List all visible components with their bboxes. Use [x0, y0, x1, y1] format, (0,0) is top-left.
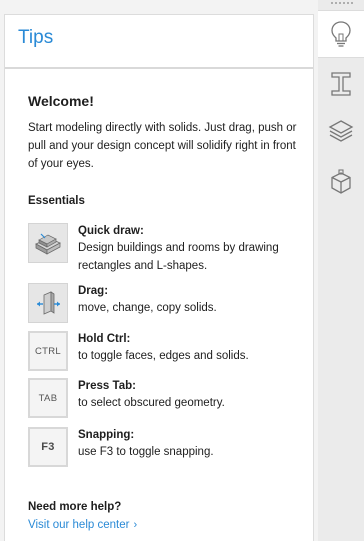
- key-label: F3: [41, 441, 55, 453]
- help-link-label: Visit our help center: [28, 519, 130, 531]
- tip-description: to toggle faces, edges and solids.: [78, 350, 249, 362]
- tip-description: move, change, copy solids.: [78, 302, 217, 314]
- key-label: TAB: [38, 392, 58, 404]
- ctrl-key-icon: CTRL: [28, 331, 68, 371]
- tab-profiles[interactable]: [318, 60, 364, 108]
- tip-title: Snapping:: [78, 429, 135, 441]
- lightbulb-icon: [331, 21, 351, 47]
- drag-handle-dots[interactable]: [330, 1, 354, 5]
- tip-title: Hold Ctrl:: [78, 333, 131, 345]
- tab-key-icon: TAB: [28, 378, 68, 418]
- tips-panel: Tips Welcome! Start modeling directly wi…: [4, 14, 314, 541]
- side-rail: [318, 0, 364, 541]
- tip-title: Press Tab:: [78, 380, 136, 392]
- essentials-title: Essentials: [28, 195, 85, 207]
- tab-components[interactable]: [318, 158, 364, 206]
- i-beam-icon: [331, 72, 351, 96]
- tip-description: to select obscured geometry.: [78, 397, 225, 409]
- tip-description: use F3 to toggle snapping.: [78, 446, 214, 458]
- panel-header: Tips: [5, 15, 313, 69]
- layers-icon: [328, 120, 354, 142]
- key-label: CTRL: [34, 345, 61, 357]
- quick-draw-icon: [28, 223, 68, 263]
- tab-layers[interactable]: [318, 108, 364, 156]
- 3d-box-icon: [331, 169, 351, 194]
- tip-description: Design buildings and rooms by drawing re…: [78, 242, 279, 272]
- tab-tips[interactable]: [318, 10, 364, 58]
- welcome-text: Start modeling directly with solids. Jus…: [28, 122, 297, 170]
- drag-icon: [28, 283, 68, 323]
- tip-title: Quick draw:: [78, 225, 144, 237]
- chevron-right-icon: ›: [133, 519, 138, 531]
- panel-title: Tips: [18, 27, 54, 48]
- help-center-link[interactable]: Visit our help center ›: [28, 519, 137, 531]
- tip-title: Drag:: [78, 285, 109, 297]
- help-title: Need more help?: [28, 501, 122, 513]
- f3-key-icon: F3: [28, 427, 68, 467]
- welcome-title: Welcome!: [28, 93, 94, 109]
